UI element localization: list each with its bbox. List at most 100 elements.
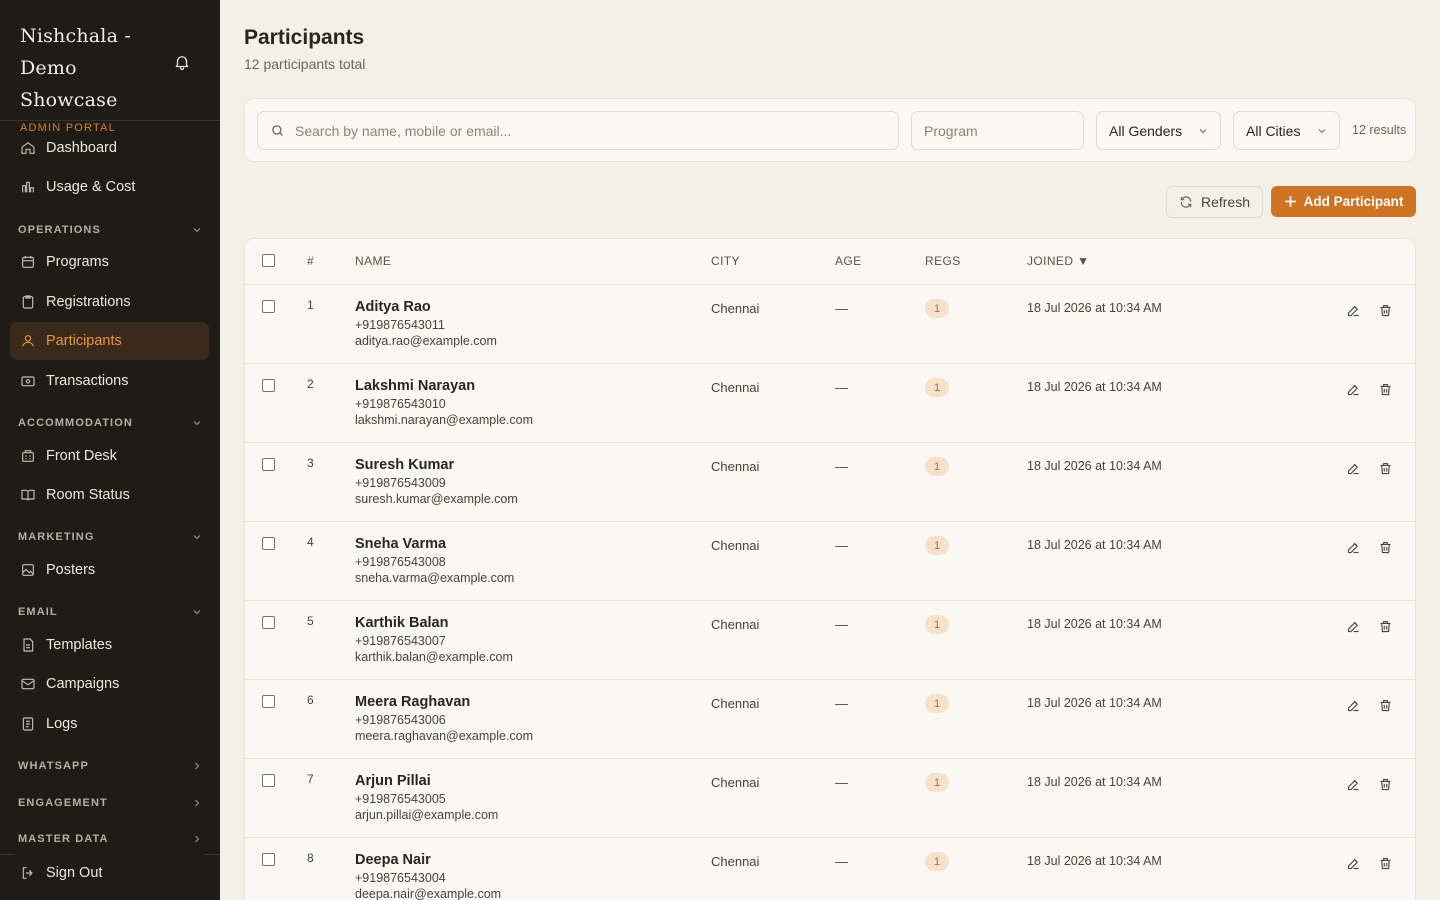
table-row[interactable]: 6 Meera Raghavan +919876543006 meera.raghav… bbox=[245, 680, 1415, 759]
column-header-name[interactable]: NAME bbox=[355, 254, 391, 268]
program-filter bbox=[911, 111, 1084, 150]
section-whatsapp[interactable]: WHATSAPP bbox=[18, 760, 202, 772]
joined-date: 18 Jul 2026 at 10:34 AM bbox=[1027, 696, 1162, 710]
chevron-right-icon bbox=[195, 835, 200, 843]
row-checkbox[interactable] bbox=[262, 537, 275, 550]
participant-name[interactable]: Aditya Rao bbox=[355, 299, 497, 315]
add-participant-button[interactable]: Add Participant bbox=[1271, 186, 1416, 217]
sidebar-item-dashboard[interactable]: Dashboard bbox=[10, 129, 209, 167]
table-row[interactable]: 4 Sneha Varma +919876543008 sneha.varma@exa… bbox=[245, 522, 1415, 601]
participant-name[interactable]: Lakshmi Narayan bbox=[355, 378, 533, 394]
edit-icon[interactable] bbox=[1346, 382, 1361, 397]
section-engagement[interactable]: ENGAGEMENT bbox=[18, 797, 202, 809]
search-box bbox=[257, 111, 899, 150]
city-select[interactable]: All Cities bbox=[1233, 111, 1340, 150]
sidebar-item-posters[interactable]: Posters bbox=[10, 551, 209, 589]
participant-name[interactable]: Deepa Nair bbox=[355, 852, 501, 868]
table-row[interactable]: 7 Arjun Pillai +919876543005 arjun.pillai@e… bbox=[245, 759, 1415, 838]
column-header-city[interactable]: CITY bbox=[711, 254, 740, 268]
joined-date: 18 Jul 2026 at 10:34 AM bbox=[1027, 775, 1162, 789]
select-all-checkbox[interactable] bbox=[262, 254, 275, 267]
brand-title-line1: Nishchala - bbox=[20, 25, 131, 47]
section-operations[interactable]: OPERATIONS bbox=[18, 224, 202, 236]
row-checkbox[interactable] bbox=[262, 616, 275, 629]
column-header-regs[interactable]: REGS bbox=[925, 254, 961, 268]
participant-city: Chennai bbox=[711, 538, 760, 553]
sign-out-button[interactable]: Sign Out bbox=[10, 854, 209, 892]
chevron-down-icon bbox=[193, 610, 201, 615]
section-marketing[interactable]: MARKETING bbox=[18, 531, 202, 543]
sidebar-item-room-status[interactable]: Room Status bbox=[10, 476, 209, 514]
edit-icon[interactable] bbox=[1346, 540, 1361, 555]
section-accommodation[interactable]: ACCOMMODATION bbox=[18, 417, 202, 429]
sidebar-item-label: Templates bbox=[46, 637, 113, 653]
sidebar-item-logs[interactable]: Logs bbox=[10, 705, 209, 743]
gender-select[interactable]: All Genders bbox=[1096, 111, 1221, 150]
participant-name[interactable]: Suresh Kumar bbox=[355, 457, 518, 473]
table-row[interactable]: 5 Karthik Balan +919876543007 karthik.balan… bbox=[245, 601, 1415, 680]
participant-email: arjun.pillai@example.com bbox=[355, 808, 499, 822]
edit-icon[interactable] bbox=[1346, 856, 1361, 871]
edit-icon[interactable] bbox=[1346, 619, 1361, 634]
sidebar-item-programs[interactable]: Programs bbox=[10, 243, 209, 281]
gender-select-value: All Genders bbox=[1109, 122, 1183, 139]
participant-name[interactable]: Sneha Varma bbox=[355, 536, 514, 552]
trash-icon[interactable] bbox=[1378, 856, 1393, 871]
column-header-age[interactable]: AGE bbox=[835, 254, 862, 268]
chevron-down-icon bbox=[193, 421, 201, 426]
participant-email: meera.raghavan@example.com bbox=[355, 729, 534, 743]
row-checkbox[interactable] bbox=[262, 458, 275, 471]
section-label: MARKETING bbox=[18, 531, 95, 543]
wallet-icon bbox=[21, 376, 35, 387]
building-icon bbox=[22, 450, 34, 462]
trash-icon[interactable] bbox=[1378, 698, 1393, 713]
edit-icon[interactable] bbox=[1346, 461, 1361, 476]
user-icon bbox=[22, 335, 34, 347]
registrations-badge: 1 bbox=[925, 457, 949, 476]
page-title: Participants bbox=[244, 26, 365, 49]
participant-name[interactable]: Karthik Balan bbox=[355, 615, 513, 631]
row-checkbox[interactable] bbox=[262, 853, 275, 866]
sidebar-item-participants[interactable]: Participants bbox=[10, 322, 209, 360]
trash-icon[interactable] bbox=[1378, 619, 1393, 634]
participant-email: lakshmi.narayan@example.com bbox=[355, 413, 534, 427]
section-email[interactable]: EMAIL bbox=[18, 606, 202, 618]
trash-icon[interactable] bbox=[1378, 461, 1393, 476]
column-header-joined[interactable]: JOINED ▼ bbox=[1027, 254, 1089, 268]
row-checkbox[interactable] bbox=[262, 379, 275, 392]
sidebar-item-registrations[interactable]: Registrations bbox=[10, 283, 209, 321]
sidebar-item-templates[interactable]: Templates bbox=[10, 626, 209, 664]
refresh-button[interactable]: Refresh bbox=[1166, 186, 1263, 218]
row-checkbox[interactable] bbox=[262, 300, 275, 313]
row-checkbox[interactable] bbox=[262, 774, 275, 787]
edit-icon[interactable] bbox=[1346, 777, 1361, 792]
row-checkbox[interactable] bbox=[262, 695, 275, 708]
participant-name[interactable]: Arjun Pillai bbox=[355, 773, 498, 789]
chevron-down-icon bbox=[1199, 128, 1207, 133]
table-row[interactable]: 8 Deepa Nair +919876543004 deepa.nair@examp… bbox=[245, 838, 1415, 900]
edit-icon[interactable] bbox=[1346, 303, 1361, 318]
program-input[interactable] bbox=[924, 122, 1074, 139]
registrations-badge: 1 bbox=[925, 852, 949, 871]
search-input[interactable] bbox=[295, 122, 855, 139]
participant-name[interactable]: Meera Raghavan bbox=[355, 694, 533, 710]
sidebar-item-campaigns[interactable]: Campaigns bbox=[10, 665, 209, 703]
trash-icon[interactable] bbox=[1378, 382, 1393, 397]
table-row[interactable]: 2 Lakshmi Narayan +919876543010 lakshmi.nar… bbox=[245, 364, 1415, 443]
sidebar-item-usage-cost[interactable]: Usage & Cost bbox=[10, 168, 209, 206]
bell-icon[interactable] bbox=[173, 53, 191, 71]
table-row[interactable]: 1 Aditya Rao +919876543011 aditya.rao@examp… bbox=[245, 285, 1415, 364]
table-row[interactable]: 3 Suresh Kumar +919876543009 suresh.kumar@e… bbox=[245, 443, 1415, 522]
sidebar-item-transactions[interactable]: Transactions bbox=[10, 362, 209, 400]
sidebar-item-label: Posters bbox=[46, 562, 96, 578]
section-master-data[interactable]: MASTER DATA bbox=[18, 833, 202, 845]
participant-age: — bbox=[835, 301, 848, 316]
sidebar-item-front-desk[interactable]: Front Desk bbox=[10, 437, 209, 475]
trash-icon[interactable] bbox=[1378, 777, 1393, 792]
trash-icon[interactable] bbox=[1378, 540, 1393, 555]
participant-info: Deepa Nair +919876543004 deepa.nair@exampl… bbox=[355, 852, 501, 900]
participant-email: suresh.kumar@example.com bbox=[355, 492, 518, 506]
edit-icon[interactable] bbox=[1346, 698, 1361, 713]
trash-icon[interactable] bbox=[1378, 303, 1393, 318]
participant-mobile: +919876543006 bbox=[355, 713, 446, 727]
